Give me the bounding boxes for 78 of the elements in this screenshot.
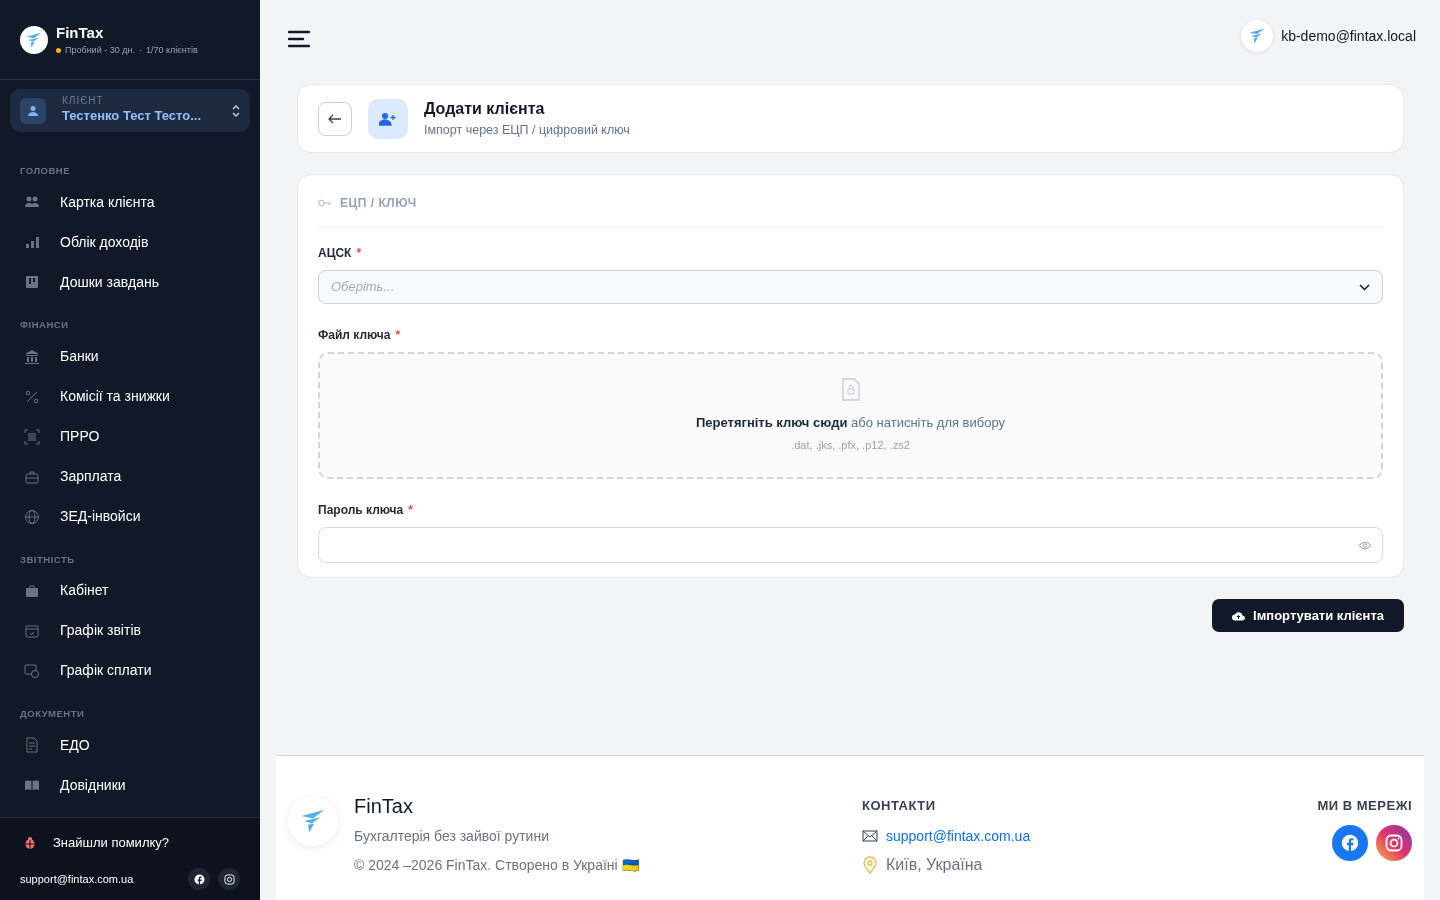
briefcase-icon (24, 468, 40, 485)
bug-icon (23, 836, 37, 850)
nav-item[interactable]: ЕДО (0, 725, 260, 765)
globe-icon (24, 508, 40, 525)
contacts-heading: КОНТАКТИ (862, 797, 937, 815)
plan-label: Пробний - 30 дн. (65, 44, 135, 57)
separator-dot: · (138, 44, 142, 57)
required-mark: * (395, 328, 401, 342)
back-button[interactable] (318, 101, 352, 136)
menu-icon (288, 30, 310, 48)
briefcase-icon (24, 582, 40, 599)
instagram-icon (223, 873, 235, 885)
field-label: Файл ключа (318, 328, 391, 342)
section-title: ЕЦП / КЛЮЧ (340, 195, 417, 212)
page-title: Додати клієнта (424, 99, 546, 120)
envelope-icon (862, 830, 878, 842)
social-heading: МИ В МЕРЕЖІ (1317, 797, 1412, 815)
nav-item[interactable]: Графік сплати (0, 650, 260, 691)
chevron-updown-icon (232, 104, 240, 117)
email-link[interactable]: support@fintax.com.ua (886, 825, 1031, 847)
facebook-icon (1341, 833, 1359, 852)
section-heading: ГОЛОВНЕ (19, 164, 72, 178)
brand-name: FinTax (56, 22, 105, 43)
import-button[interactable]: Імпортувати клієнта (1212, 599, 1404, 632)
locked-file-icon (841, 378, 860, 401)
clients-count: 1/70 клієнтів (145, 44, 198, 57)
nav-item[interactable]: Кабінет (0, 570, 260, 611)
instagram-icon (1385, 833, 1403, 852)
client-label: КЛІЄНТ (62, 95, 105, 106)
cloud-upload-icon (1232, 610, 1246, 621)
file-drop-zone[interactable]: Перетягніть ключ сюди або натисніть для вибору .dat, .jks, .pfx, .p12, .zs2 (318, 352, 1383, 479)
status-dot (56, 48, 61, 54)
nav-item[interactable]: ЗЕД-інвойси (0, 496, 260, 537)
facebook-icon (193, 873, 205, 885)
footer-brand: FinTax (354, 794, 414, 818)
add-user-icon (368, 98, 408, 139)
facebook-button[interactable] (188, 868, 210, 890)
drop-instructions: Перетягніть ключ сюди або натисніть для вибору (695, 414, 1006, 432)
field-label: Пароль ключа (318, 503, 404, 517)
document-icon (24, 737, 40, 753)
bar-chart-icon (24, 234, 40, 251)
calendar-check-icon (24, 622, 40, 639)
page-subtitle: Імпорт через ЕЦП / цифровий ключ (424, 122, 630, 140)
kanban-icon (24, 274, 40, 291)
support-email-link[interactable]: support@fintax.com.ua (20, 870, 134, 888)
percent-icon (24, 388, 40, 405)
location-text: Київ, Україна (886, 854, 983, 875)
nav-item[interactable]: Графік звітів (0, 610, 260, 651)
section-heading: ФІНАНСИ (19, 318, 70, 333)
file-formats: .dat, .jks, .pfx, .p12, .zs2 (791, 437, 910, 453)
instagram-button[interactable] (1376, 824, 1412, 861)
copyright-text: © 2024 –2026 FinTax. Створено в Україні 🇺🇦 (354, 856, 639, 875)
footer-tagline: Бухгалтерія без зайвої рутини (354, 827, 550, 846)
password-field[interactable] (318, 527, 1383, 563)
instagram-button[interactable] (218, 868, 240, 890)
nav-item[interactable]: Комісії та знижки (0, 376, 260, 417)
field-label: АЦСК (318, 246, 352, 260)
nav-item[interactable]: Облік доходів (0, 222, 260, 263)
section-heading: ЗВІТНІСТЬ (19, 552, 76, 567)
back-arrow-icon (328, 113, 342, 124)
chevron-down-icon (1359, 283, 1370, 291)
nav-item[interactable]: Дошки завдань (0, 262, 260, 303)
nav-item[interactable]: Картка клієнта (0, 182, 260, 223)
nav-item[interactable]: Зарплата (0, 456, 260, 497)
key-icon (318, 199, 332, 207)
user-icon (20, 97, 46, 124)
client-name: Тестенко Тест Тесто... (62, 106, 203, 125)
bug-report-link[interactable]: Знайшли помилку? (53, 833, 170, 853)
location-pin-icon (862, 855, 878, 874)
client-selector[interactable]: КЛІЄНТ Тестенко Тест Тесто... (10, 89, 250, 132)
required-mark: * (408, 503, 413, 517)
nav-item[interactable]: Банки (0, 336, 260, 377)
bank-icon (24, 348, 40, 365)
nav-item[interactable]: ПРРО (0, 416, 260, 457)
nav-item[interactable]: Довідники (0, 765, 260, 805)
user-email[interactable]: kb-demo@fintax.local (1281, 25, 1416, 47)
required-mark: * (356, 246, 362, 260)
section-heading: ДОКУМЕНТИ (19, 706, 86, 721)
